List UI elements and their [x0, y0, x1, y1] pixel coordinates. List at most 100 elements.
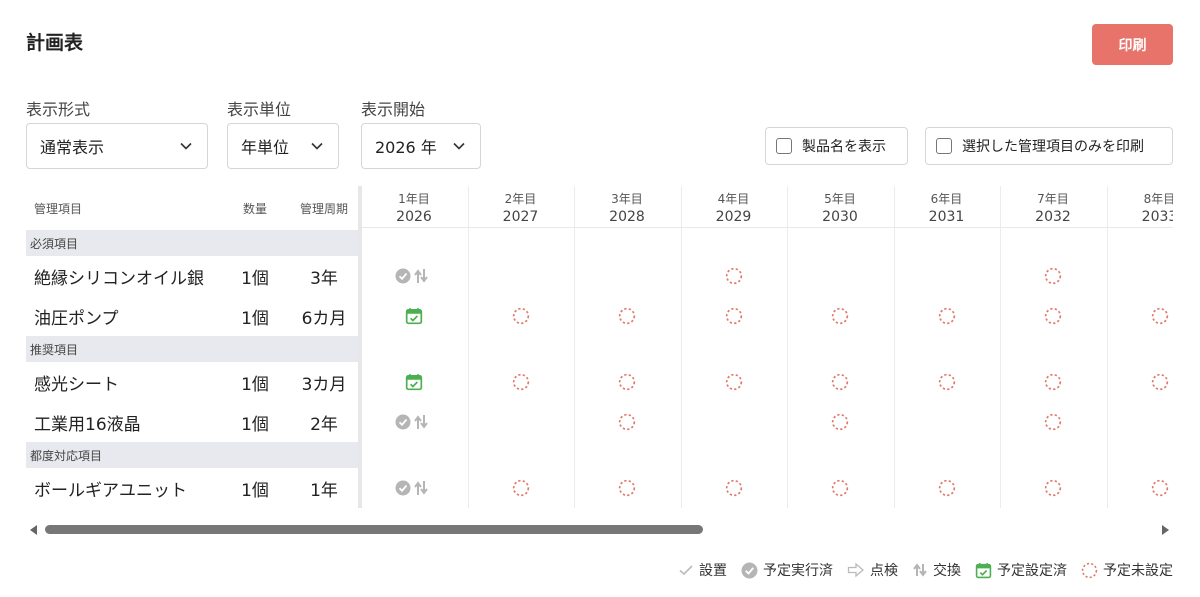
- year-label: 2028: [609, 209, 645, 225]
- year-label: 2030: [822, 209, 858, 225]
- column-divider: [574, 186, 575, 508]
- schedule-grid: 1年目 2026 2年目 2027 3年目 2028 4年目 2029 5年目 2030 6年目 20…: [362, 186, 1173, 508]
- dashed-circle-icon[interactable]: [618, 413, 636, 435]
- legend-inspect: 点検: [847, 560, 898, 580]
- dashed-circle-icon[interactable]: [512, 307, 530, 329]
- item-name: 絶縁シリコンオイル銀: [34, 268, 204, 289]
- dashed-circle-icon[interactable]: [1044, 413, 1062, 435]
- year-column-header: 3年目 2028: [574, 186, 680, 225]
- dashed-circle-icon[interactable]: [512, 479, 530, 501]
- scrollbar-thumb[interactable]: [45, 525, 703, 534]
- dashed-circle-icon[interactable]: [725, 479, 743, 501]
- column-divider: [1107, 186, 1108, 508]
- legend-inspect-label: 点検: [870, 563, 898, 579]
- category-required: 必須項目: [26, 230, 360, 256]
- year-index-label: 5年目: [824, 192, 856, 206]
- dashed-circle-icon[interactable]: [725, 307, 743, 329]
- done-exchange-icon[interactable]: [395, 413, 433, 435]
- show-product-name-label: 製品名を表示: [802, 139, 886, 155]
- table-row[interactable]: ボールギアユニット 1個 1年: [26, 468, 360, 508]
- table-row[interactable]: 感光シート 1個 3カ月: [26, 362, 360, 402]
- column-divider: [787, 186, 788, 508]
- dashed-circle-icon[interactable]: [831, 373, 849, 395]
- dashed-circle-icon[interactable]: [618, 373, 636, 395]
- dashed-circle-icon[interactable]: [938, 479, 956, 501]
- dashed-circle-icon[interactable]: [1151, 373, 1169, 395]
- exchange-icon: [913, 563, 927, 577]
- year-label: 2029: [715, 209, 752, 225]
- show-product-name-checkbox[interactable]: [776, 138, 792, 154]
- print-selected-only-checkbox[interactable]: [936, 138, 952, 154]
- legend-done-label: 予定実行済: [763, 563, 833, 579]
- year-column-header: 2年目 2027: [468, 186, 574, 225]
- dashed-circle-icon[interactable]: [618, 307, 636, 329]
- dashed-circle-icon[interactable]: [831, 479, 849, 501]
- item-name: ボールギアユニット: [34, 480, 187, 501]
- dashed-circle-icon[interactable]: [1044, 307, 1062, 329]
- dashed-circle-icon[interactable]: [831, 413, 849, 435]
- dashed-circle-icon[interactable]: [938, 307, 956, 329]
- display-unit-select[interactable]: 年単位: [227, 123, 339, 169]
- item-name: 工業用16液晶: [34, 414, 141, 435]
- item-qty: 1個: [241, 414, 269, 435]
- year-index-label: 7年目: [1037, 192, 1069, 206]
- dashed-circle-icon[interactable]: [1044, 373, 1062, 395]
- calendar-check-icon[interactable]: [405, 373, 423, 395]
- item-qty: 1個: [241, 268, 269, 289]
- table-row[interactable]: 絶縁シリコンオイル銀 1個 3年: [26, 256, 360, 296]
- dashed-circle-icon[interactable]: [725, 267, 743, 289]
- legend-install-label: 設置: [699, 563, 727, 579]
- calendar-check-icon: [975, 562, 992, 578]
- display-format-value: 通常表示: [40, 138, 105, 157]
- year-index-label: 1年目: [398, 192, 430, 206]
- show-product-name-toggle[interactable]: 製品名を表示: [765, 127, 908, 165]
- legend-done: 予定実行済: [741, 560, 833, 580]
- year-index-label: 6年目: [930, 192, 963, 206]
- dashed-circle-icon[interactable]: [1044, 267, 1062, 289]
- scroll-left-arrow-icon[interactable]: [30, 525, 37, 535]
- year-label: 2031: [928, 209, 965, 225]
- calendar-check-icon[interactable]: [405, 307, 423, 329]
- print-selected-only-label: 選択した管理項目のみを印刷: [962, 139, 1144, 155]
- print-button[interactable]: 印刷: [1092, 24, 1173, 65]
- dashed-circle-icon[interactable]: [1044, 479, 1062, 501]
- dashed-circle-icon[interactable]: [1151, 307, 1169, 329]
- dashed-circle-icon[interactable]: [512, 373, 530, 395]
- legend-exchange-label: 交換: [933, 563, 961, 579]
- print-selected-only-toggle[interactable]: 選択した管理項目のみを印刷: [925, 127, 1173, 165]
- year-index-label: 2年目: [504, 192, 537, 206]
- year-column-header: 6年目 2031: [894, 186, 1000, 225]
- year-column-header: 1年目 2026: [362, 186, 467, 225]
- year-column-header: 8年目 2033: [1107, 186, 1173, 225]
- dashed-circle-icon[interactable]: [1151, 479, 1169, 501]
- year-label: 2033: [1141, 209, 1173, 225]
- year-label: 2027: [502, 209, 539, 225]
- dashed-circle-icon[interactable]: [831, 307, 849, 329]
- check-circle-icon: [741, 562, 758, 578]
- column-divider: [894, 186, 895, 508]
- table-row[interactable]: 油圧ポンプ 1個 6カ月: [26, 296, 360, 336]
- item-qty: 1個: [241, 374, 269, 395]
- display-format-select[interactable]: 通常表示: [26, 123, 208, 169]
- column-divider: [468, 186, 469, 508]
- horizontal-scrollbar[interactable]: [26, 521, 1173, 539]
- year-index-label: 4年目: [717, 192, 750, 206]
- display-format-label: 表示形式: [26, 100, 91, 119]
- done-exchange-icon[interactable]: [395, 479, 433, 501]
- item-cycle: 3カ月: [301, 374, 347, 395]
- year-column-header: 4年目 2029: [681, 186, 787, 225]
- done-exchange-icon[interactable]: [395, 267, 433, 289]
- item-cycle: 3年: [310, 268, 338, 289]
- table-row[interactable]: 工業用16液晶 1個 2年: [26, 402, 360, 442]
- item-cycle: 2年: [310, 414, 338, 435]
- dashed-circle-icon[interactable]: [618, 479, 636, 501]
- dashed-circle-icon[interactable]: [938, 373, 956, 395]
- scroll-right-arrow-icon[interactable]: [1162, 525, 1169, 535]
- dashed-circle-icon[interactable]: [725, 373, 743, 395]
- item-qty: 1個: [241, 308, 269, 329]
- display-start-select[interactable]: 2026 年: [361, 123, 481, 169]
- page-title: 計画表: [26, 32, 84, 54]
- legend: 設置 予定実行済 点検 交換 予定設定済 予定未設定: [664, 560, 1173, 580]
- legend-unscheduled: 予定未設定: [1081, 560, 1173, 580]
- year-label: 2026: [396, 209, 432, 225]
